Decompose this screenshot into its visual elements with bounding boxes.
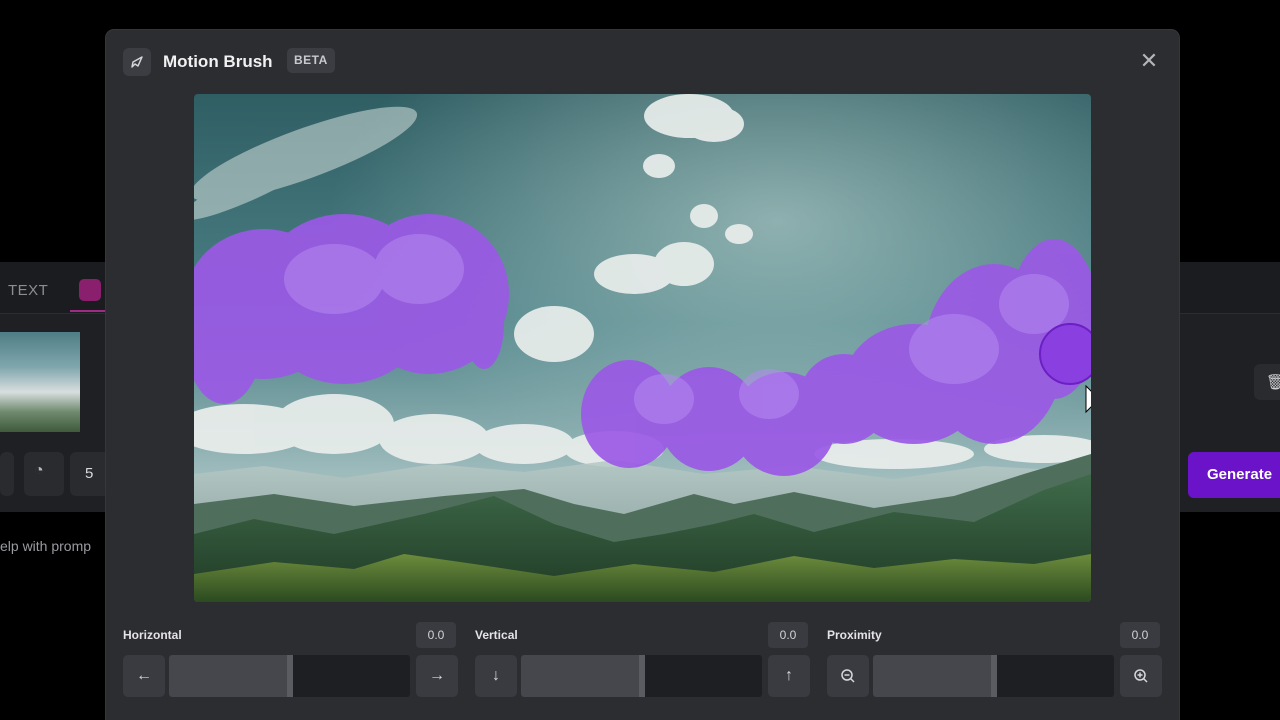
proximity-label: Proximity [827,628,882,642]
proximity-zoom-in-button[interactable] [1120,655,1162,697]
close-icon[interactable]: ✕ [1138,50,1160,72]
vertical-slider-fill [521,655,642,697]
speed-value: 5 [85,465,94,482]
vertical-up-button[interactable]: ↑ [768,655,810,697]
dialog-title: Motion Brush [163,52,273,71]
brush-icon [123,48,151,76]
horizontal-slider[interactable] [169,655,410,697]
horizontal-label: Horizontal [123,628,182,642]
proximity-slider[interactable] [873,655,1114,697]
vertical-slider[interactable] [521,655,762,697]
generate-button[interactable]: Generate [1188,452,1280,498]
arrow-left-icon: ← [136,667,152,684]
horizontal-right-button[interactable]: → [416,655,458,697]
proximity-slider-handle[interactable] [991,655,997,697]
vertical-label: Vertical [475,628,518,642]
horizontal-value[interactable]: 0.0 [416,622,456,648]
proximity-slider-fill [873,655,994,697]
image-thumbnail[interactable] [0,332,80,432]
proximity-zoom-out-button[interactable] [827,655,869,697]
speed-gauge-icon: ◔ [34,462,44,479]
landscape-image[interactable] [194,94,1091,602]
speed-button[interactable] [24,452,64,496]
vertical-value[interactable]: 0.0 [768,622,808,648]
horizontal-left-button[interactable]: ← [123,655,165,697]
zoom-in-icon [1134,669,1148,683]
arrow-up-icon: ↑ [785,667,793,684]
vertical-slider-handle[interactable] [639,655,645,697]
vertical-down-button[interactable]: ↓ [475,655,517,697]
motion-brush-dialog: Motion Brush BETA ✕ Horizontal 0.0 ← → V… [106,30,1179,720]
beta-badge: BETA [287,48,335,73]
image-tab-icon[interactable] [79,279,101,301]
active-tab-indicator [70,310,110,312]
prompt-help-link[interactable]: elp with promp [0,538,91,554]
delete-icon[interactable]: 🗑 [1254,364,1280,400]
proximity-value[interactable]: 0.0 [1120,622,1160,648]
arrow-right-icon: → [429,667,445,684]
horizontal-slider-handle[interactable] [287,655,293,697]
arrow-down-icon: ↓ [492,667,500,684]
horizontal-slider-fill [169,655,290,697]
setting-box-left[interactable] [0,452,14,496]
zoom-out-icon [841,669,855,683]
brush-canvas[interactable] [194,94,1091,602]
tab-text[interactable]: TEXT [8,282,48,299]
